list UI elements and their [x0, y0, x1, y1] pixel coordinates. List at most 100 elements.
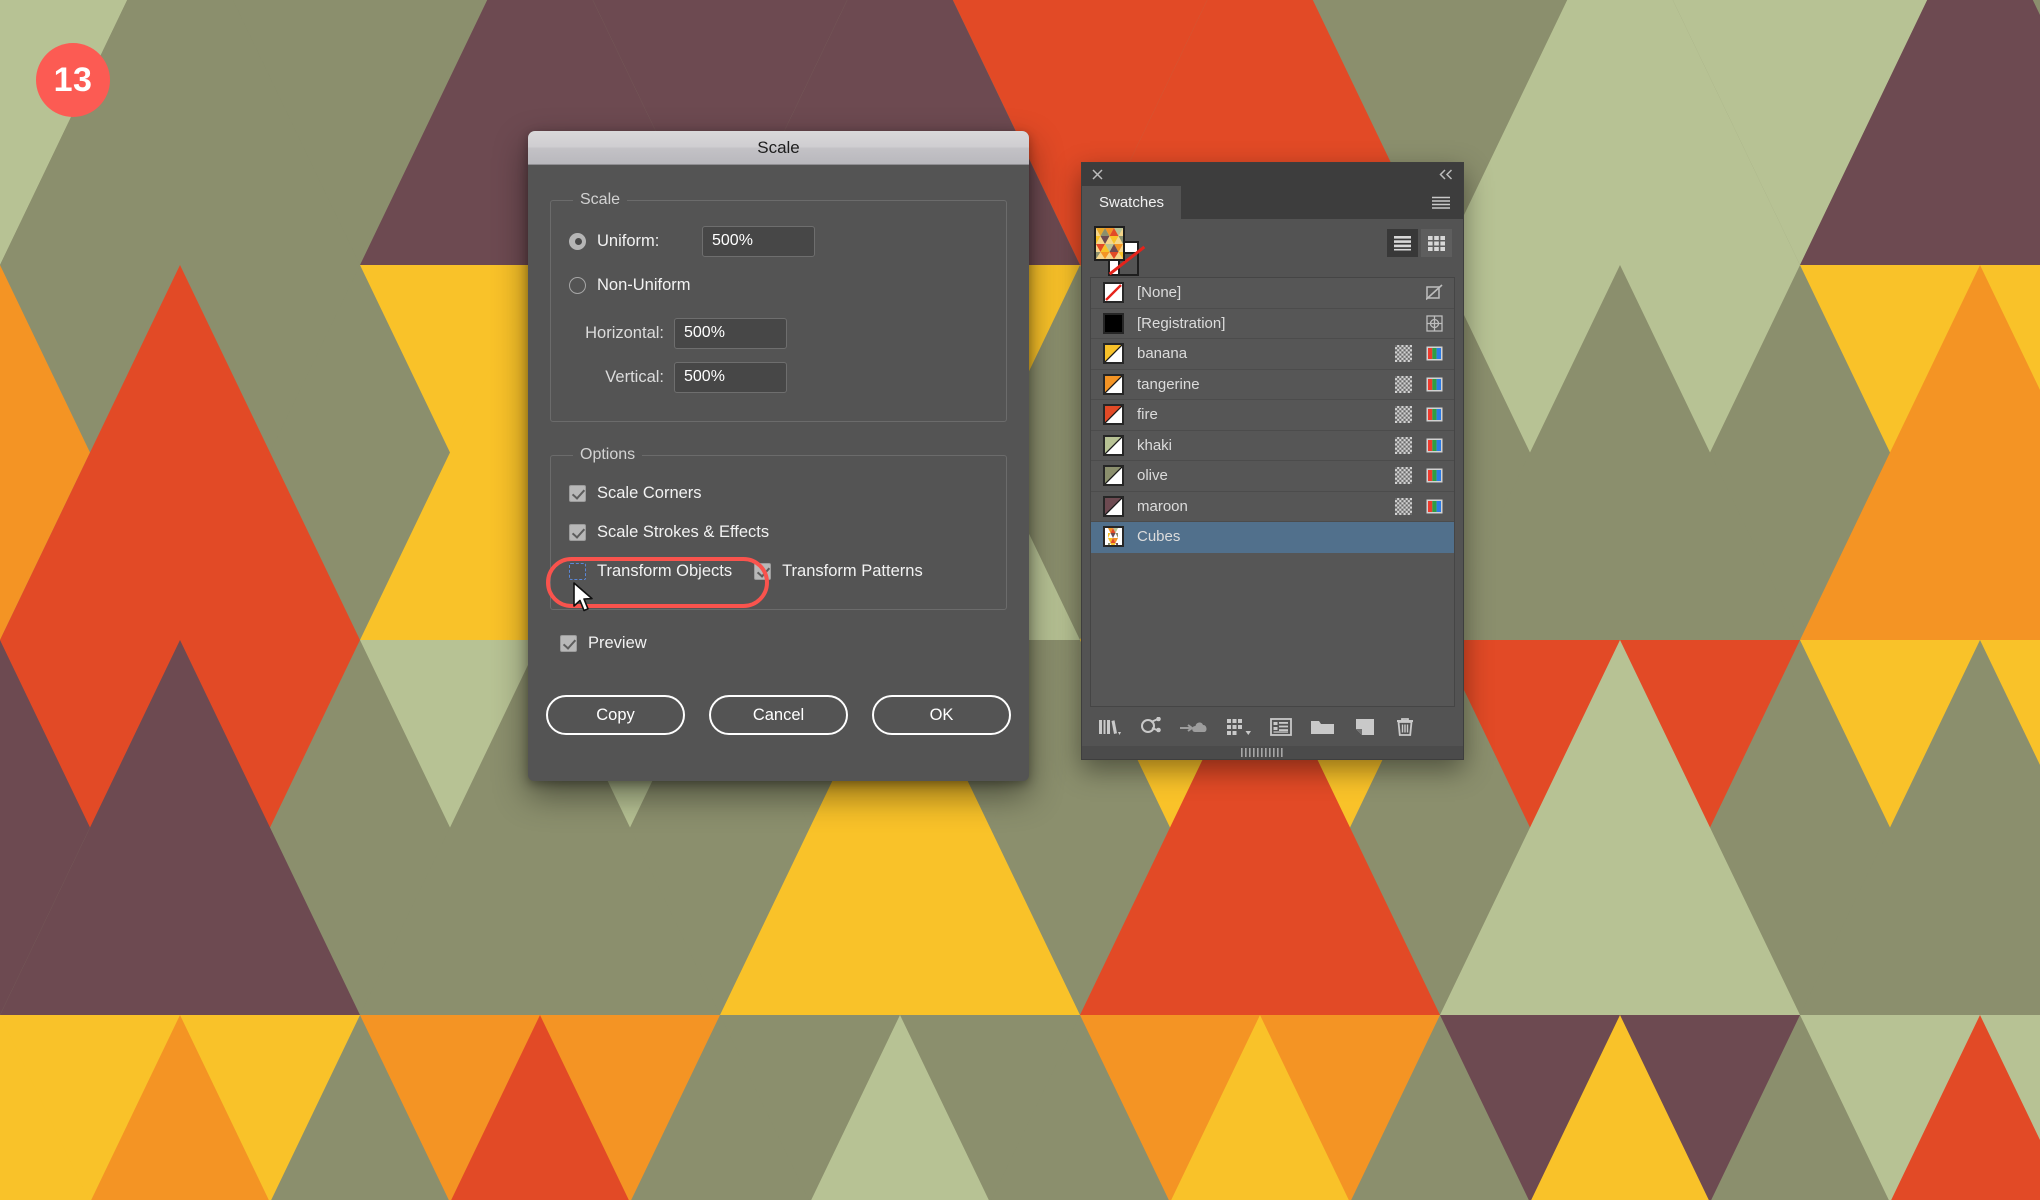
non-uniform-radio[interactable]	[569, 276, 586, 294]
rgb-icon	[1426, 437, 1443, 454]
non-uniform-row: Non-Uniform	[569, 263, 988, 307]
horizontal-row: Horizontal: 500%	[569, 311, 988, 355]
fill-swatch[interactable]	[1094, 226, 1125, 261]
swatch-row-maroon[interactable]: maroon	[1091, 492, 1454, 522]
new-color-group-icon[interactable]	[1226, 717, 1252, 737]
swatch-row-icons	[1395, 406, 1454, 424]
swatch-label: fire	[1137, 406, 1158, 424]
scale-corners-label: Scale Corners	[597, 484, 702, 502]
uniform-input[interactable]: 500%	[702, 225, 815, 257]
swatch-row-olive[interactable]: olive	[1091, 461, 1454, 492]
panel-tab-bar: Swatches	[1082, 186, 1463, 219]
tab-swatches[interactable]: Swatches	[1082, 186, 1182, 219]
scale-strokes-effects-row[interactable]: Scale Strokes & Effects	[569, 513, 988, 552]
swatch-row-icons	[1426, 284, 1454, 301]
ok-button[interactable]: OK	[872, 695, 1011, 735]
swatch-thumb-khaki	[1103, 434, 1124, 456]
swatch-row-none[interactable]: [None]	[1091, 278, 1454, 309]
pattern-tile-icon	[1395, 467, 1412, 485]
vertical-row: Vertical: 500%	[569, 355, 988, 399]
swatch-row-registration[interactable]: [Registration]	[1091, 309, 1454, 339]
fill-stroke-indicator	[1082, 219, 1463, 277]
options-group: Options Scale Corners Scale Strokes & Ef…	[550, 446, 1007, 610]
transform-objects-checkbox[interactable]	[569, 563, 586, 580]
transform-row: Transform Objects Transform Patterns	[569, 552, 988, 591]
cancel-button[interactable]: Cancel	[709, 695, 848, 735]
tab-spacer	[1181, 186, 1431, 219]
swatch-row-icons	[1395, 497, 1454, 515]
swatch-options-icon[interactable]	[1270, 717, 1292, 737]
uniform-radio[interactable]	[569, 232, 586, 250]
new-swatch-icon[interactable]	[1354, 717, 1376, 737]
swatch-row-icons	[1426, 315, 1454, 332]
swatch-thumb-fire	[1103, 404, 1124, 426]
grid-view-button[interactable]	[1421, 229, 1452, 257]
swatch-thumb-tangerine	[1103, 373, 1124, 395]
swatch-list[interactable]: [None] [Registration] banana tangerine f…	[1090, 277, 1455, 707]
swatch-row-tangerine[interactable]: tangerine	[1091, 370, 1454, 400]
list-view-button[interactable]	[1387, 229, 1418, 257]
swatch-row-cubes[interactable]: Cubes	[1091, 522, 1454, 553]
pattern-tile-icon	[1395, 345, 1412, 363]
pattern-tile-icon	[1395, 406, 1412, 424]
swatch-thumb-none	[1103, 282, 1124, 304]
none-icon	[1426, 284, 1443, 301]
scale-corners-row[interactable]: Scale Corners	[569, 474, 988, 513]
rgb-icon	[1426, 467, 1443, 484]
scale-group: Scale Uniform: 500% Non-Uniform Horizont…	[550, 191, 1007, 422]
uniform-label: Uniform:	[597, 231, 660, 250]
new-group-folder-icon[interactable]	[1310, 717, 1336, 737]
rgb-icon	[1426, 376, 1443, 393]
transform-patterns-checkbox[interactable]	[754, 563, 772, 580]
rgb-icon	[1426, 345, 1443, 362]
preview-row[interactable]: Preview	[560, 624, 1007, 663]
step-badge-number: 13	[53, 60, 93, 99]
pattern-tile-icon	[1395, 497, 1412, 515]
swatch-thumb-registration	[1103, 312, 1124, 334]
scale-group-legend: Scale	[580, 191, 621, 208]
transform-patterns-label: Transform Patterns	[782, 562, 923, 580]
rgb-icon	[1426, 498, 1443, 515]
panel-menu-icon[interactable]	[1431, 186, 1463, 219]
swatch-row-fire[interactable]: fire	[1091, 400, 1454, 431]
add-to-library-icon[interactable]	[1180, 717, 1208, 737]
swatch-row-icons	[1395, 436, 1454, 454]
rgb-icon	[1426, 406, 1443, 423]
scale-dialog: Scale Scale Uniform: 500% Non-Uniform Ho…	[528, 131, 1029, 781]
scale-corners-checkbox[interactable]	[569, 485, 586, 502]
horizontal-input[interactable]: 500%	[674, 317, 787, 349]
double-chevron-left-icon[interactable]	[1438, 169, 1454, 180]
scale-strokes-effects-label: Scale Strokes & Effects	[597, 523, 770, 541]
pattern-tile-icon	[1395, 436, 1412, 454]
registration-icon	[1426, 315, 1443, 332]
panel-resize-grip[interactable]	[1082, 746, 1463, 759]
view-mode-toggle	[1387, 229, 1452, 257]
swatch-thumb-banana	[1103, 343, 1124, 365]
uniform-row: Uniform: 500%	[569, 219, 988, 263]
swatch-row-icons	[1395, 345, 1454, 363]
swatch-label: Cubes	[1137, 528, 1181, 546]
close-icon[interactable]	[1091, 168, 1104, 181]
dialog-title-bar: Scale	[528, 131, 1029, 165]
preview-label: Preview	[588, 634, 647, 652]
swatch-label: khaki	[1137, 436, 1173, 454]
transform-objects-label: Transform Objects	[597, 562, 733, 580]
swatch-label: maroon	[1137, 497, 1188, 515]
tab-swatches-label: Swatches	[1099, 194, 1165, 211]
non-uniform-label: Non-Uniform	[597, 275, 691, 294]
options-group-legend: Options	[580, 446, 636, 463]
swatch-label: banana	[1137, 345, 1188, 363]
dialog-body: Scale Uniform: 500% Non-Uniform Horizont…	[528, 191, 1029, 735]
dialog-button-row: Copy Cancel OK	[546, 695, 1011, 735]
swatch-row-khaki[interactable]: khaki	[1091, 431, 1454, 461]
copy-button[interactable]: Copy	[546, 695, 685, 735]
swatch-thumb-olive	[1103, 465, 1124, 487]
delete-swatch-icon[interactable]	[1394, 716, 1416, 738]
swatch-libraries-icon[interactable]	[1098, 717, 1122, 737]
swatch-row-banana[interactable]: banana	[1091, 339, 1454, 370]
scale-strokes-effects-checkbox[interactable]	[569, 524, 586, 541]
panel-top-bar	[1082, 163, 1463, 186]
preview-checkbox[interactable]	[560, 635, 577, 652]
vertical-input[interactable]: 500%	[674, 361, 787, 393]
show-swatch-kinds-icon[interactable]	[1140, 716, 1162, 737]
